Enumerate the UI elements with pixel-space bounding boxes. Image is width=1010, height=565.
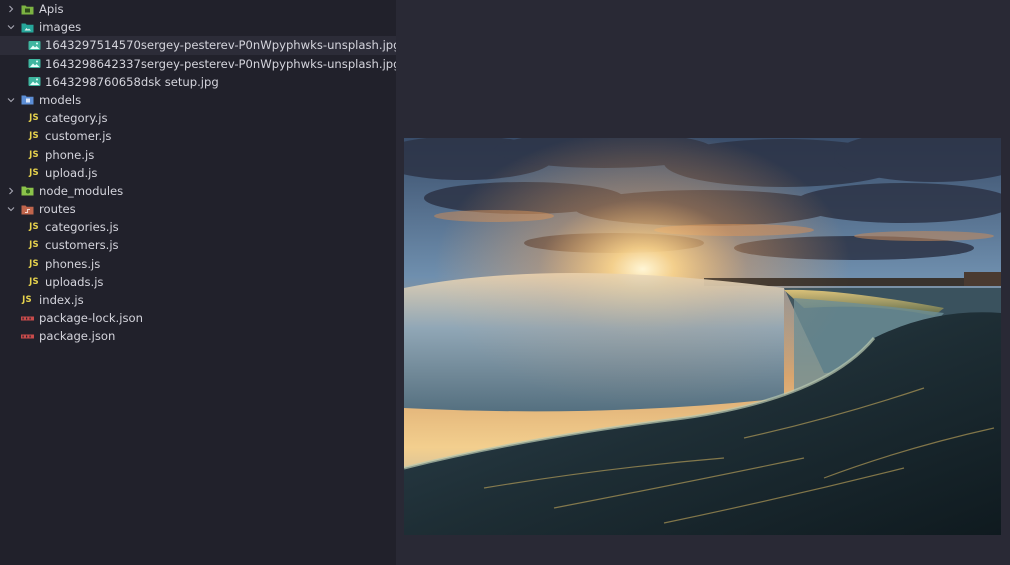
npm-file-icon (20, 327, 34, 345)
tree-label: node_modules (39, 183, 124, 198)
tree-label: package-lock.json (39, 311, 143, 326)
tree-label: package.json (39, 329, 116, 344)
tree-label: customers.js (45, 238, 119, 253)
tree-row-js-file[interactable]: JS index.js (0, 291, 396, 309)
chevron-right-icon[interactable] (6, 182, 16, 200)
js-file-icon: JS (29, 113, 39, 124)
tree-row-image-file[interactable]: 1643298642337sergey-pesterev-P0nWpyphwks… (0, 55, 396, 73)
tree-row-image-file[interactable]: 1643298760658dsk setup.jpg (0, 73, 396, 91)
npm-file-icon (20, 309, 34, 327)
chevron-down-icon[interactable] (6, 91, 16, 109)
folder-routes-icon (20, 200, 34, 218)
tree-label: 1643297514570sergey-pesterev-P0nWpyphwks… (45, 38, 396, 53)
tree-row-js-file[interactable]: JS category.js (0, 109, 396, 127)
image-file-icon (27, 73, 41, 91)
folder-node-icon (20, 182, 34, 200)
tree-row-js-file[interactable]: JS customers.js (0, 236, 396, 254)
tree-row-js-file[interactable]: JS phones.js (0, 255, 396, 273)
js-file-icon: JS (29, 167, 39, 178)
chevron-down-icon[interactable] (6, 200, 16, 218)
tree-row-npm-file[interactable]: package.json (0, 327, 396, 345)
tree-row-image-file[interactable]: 1643297514570sergey-pesterev-P0nWpyphwks… (0, 36, 396, 55)
tree-label: routes (39, 202, 76, 217)
tree-row-js-file[interactable]: JS upload.js (0, 164, 396, 182)
tree-label: 1643298760658dsk setup.jpg (45, 74, 219, 89)
tree-label: customer.js (45, 129, 112, 144)
tree-row-apis[interactable]: Apis (0, 0, 396, 18)
tree-row-models[interactable]: models (0, 91, 396, 109)
waterfall-sunset-image (404, 138, 1001, 535)
folder-api-icon (20, 0, 34, 18)
image-file-icon (27, 55, 41, 73)
js-file-icon: JS (29, 222, 39, 233)
tree-label: index.js (39, 293, 84, 307)
tree-label: models (39, 92, 82, 107)
image-preview-pane (396, 0, 1010, 565)
js-file-icon: JS (29, 240, 39, 251)
tree-label: uploads.js (45, 274, 104, 289)
tree-row-js-file[interactable]: JS phone.js (0, 146, 396, 164)
tree-row-node-modules[interactable]: node_modules (0, 182, 396, 200)
js-file-icon: JS (29, 149, 39, 160)
tree-row-routes[interactable]: routes (0, 200, 396, 218)
tree-label: category.js (45, 111, 108, 126)
tree-row-images[interactable]: images (0, 18, 396, 36)
tree-row-js-file[interactable]: JS customer.js (0, 127, 396, 145)
image-file-icon (27, 36, 41, 54)
folder-models-icon (20, 91, 34, 109)
chevron-down-icon[interactable] (6, 18, 16, 36)
tree-label: upload.js (45, 165, 98, 180)
tree-row-npm-file[interactable]: package-lock.json (0, 309, 396, 327)
tree-label: phone.js (45, 147, 95, 162)
tree-label: categories.js (45, 220, 119, 235)
file-explorer: Apis images 1643297514570sergey-pesterev… (0, 0, 396, 565)
folder-images-icon (20, 18, 34, 36)
js-file-icon: JS (29, 276, 39, 287)
chevron-right-icon[interactable] (6, 0, 16, 18)
js-file-icon: JS (29, 131, 39, 142)
tree-row-js-file[interactable]: JS uploads.js (0, 273, 396, 291)
tree-label: 1643298642337sergey-pesterev-P0nWpyphwks… (45, 56, 396, 71)
js-file-icon: JS (29, 258, 39, 269)
js-file-icon: JS (22, 295, 32, 305)
tree-label: Apis (39, 2, 64, 16)
tree-row-js-file[interactable]: JS categories.js (0, 218, 396, 236)
tree-label: images (39, 20, 82, 35)
tree-label: phones.js (45, 256, 101, 271)
